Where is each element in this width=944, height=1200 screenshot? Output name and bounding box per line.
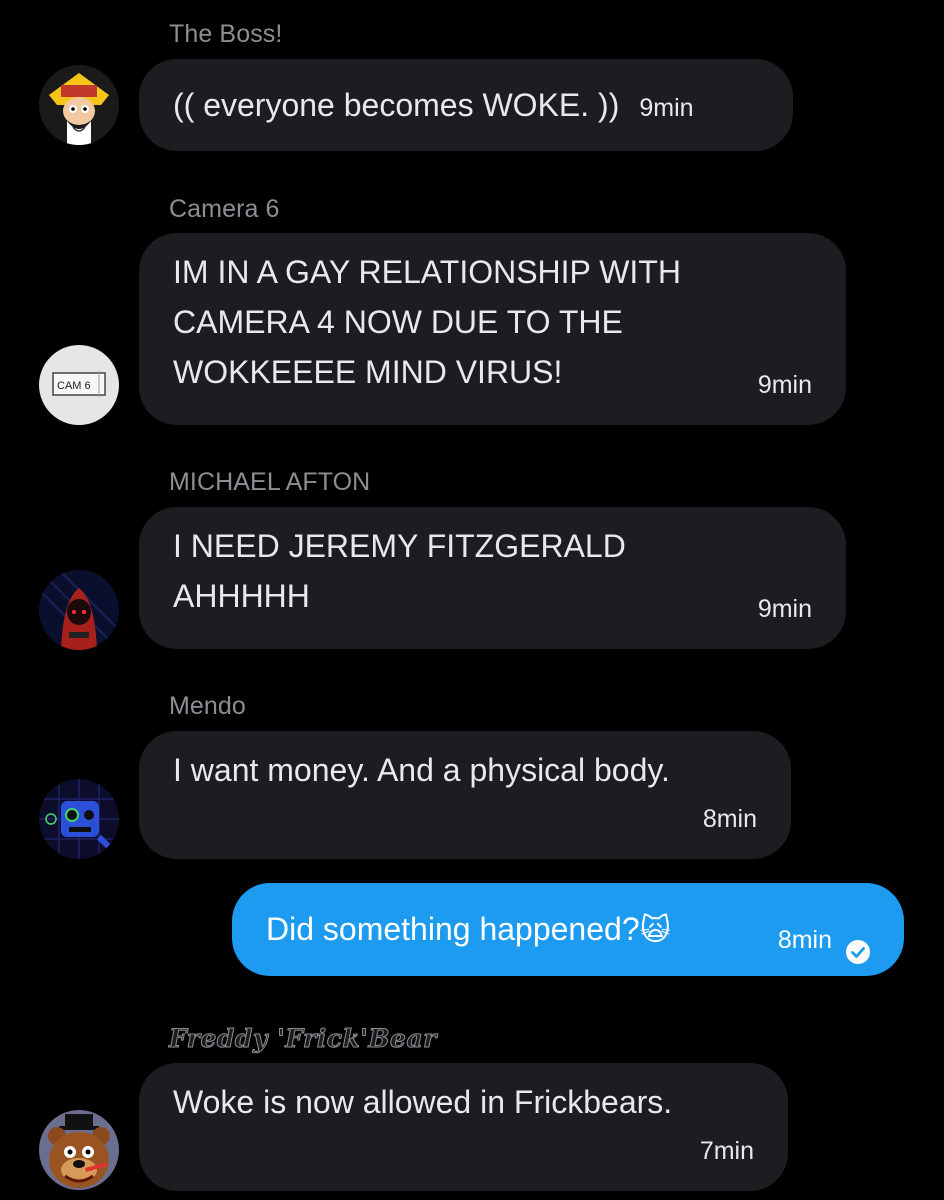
message-text: I want money. And a physical body. (173, 752, 670, 788)
message-bubble[interactable]: Woke is now allowed in Frickbears. 7min (139, 1063, 788, 1191)
message-bubble[interactable]: I NEED JEREMY FITZGERALD AHHHHH 9min (139, 507, 846, 649)
the-boss-avatar[interactable] (39, 65, 119, 145)
camera-6-avatar[interactable]: CAM 6 (39, 345, 119, 425)
message-bubble[interactable]: (( everyone becomes WOKE. )) 9min (139, 59, 793, 151)
message-text: Woke is now allowed in Frickbears. (173, 1084, 673, 1120)
message-time: 8min (777, 926, 832, 954)
message-text: (( everyone becomes WOKE. )) (173, 87, 620, 123)
michael-afton-avatar[interactable] (39, 570, 119, 650)
freddy-frickbear-avatar[interactable] (39, 1110, 119, 1190)
sender-name: The Boss! (169, 20, 283, 48)
read-check-icon (846, 928, 870, 964)
message-text: I NEED JEREMY FITZGERALD AHHHHH (173, 528, 626, 614)
message-time: 9min (757, 595, 812, 623)
sender-name: MICHAEL AFTON (169, 468, 371, 496)
sender-name: Freddy 'Frick'Bear (169, 1024, 437, 1054)
message-text: IM IN A GAY RELATIONSHIP WITH CAMERA 4 N… (173, 254, 681, 390)
message-time: 7min (699, 1137, 754, 1165)
outgoing-message-bubble[interactable]: Did something happened?🙀 8min (232, 883, 904, 976)
cam-6-label: CAM 6 (57, 380, 91, 392)
mendo-avatar[interactable] (39, 779, 119, 859)
sender-name: Mendo (169, 692, 246, 720)
message-time: 8min (702, 805, 757, 833)
message-time: 9min (639, 94, 694, 122)
sender-name: Camera 6 (169, 195, 280, 223)
message-meta: 8min (778, 915, 870, 965)
message-time: 9min (757, 371, 812, 399)
crying-cat-emoji: 🙀 (639, 913, 671, 948)
message-bubble[interactable]: IM IN A GAY RELATIONSHIP WITH CAMERA 4 N… (139, 233, 846, 425)
message-text: Did something happened? (266, 911, 640, 947)
message-bubble[interactable]: I want money. And a physical body. 8min (139, 731, 791, 859)
